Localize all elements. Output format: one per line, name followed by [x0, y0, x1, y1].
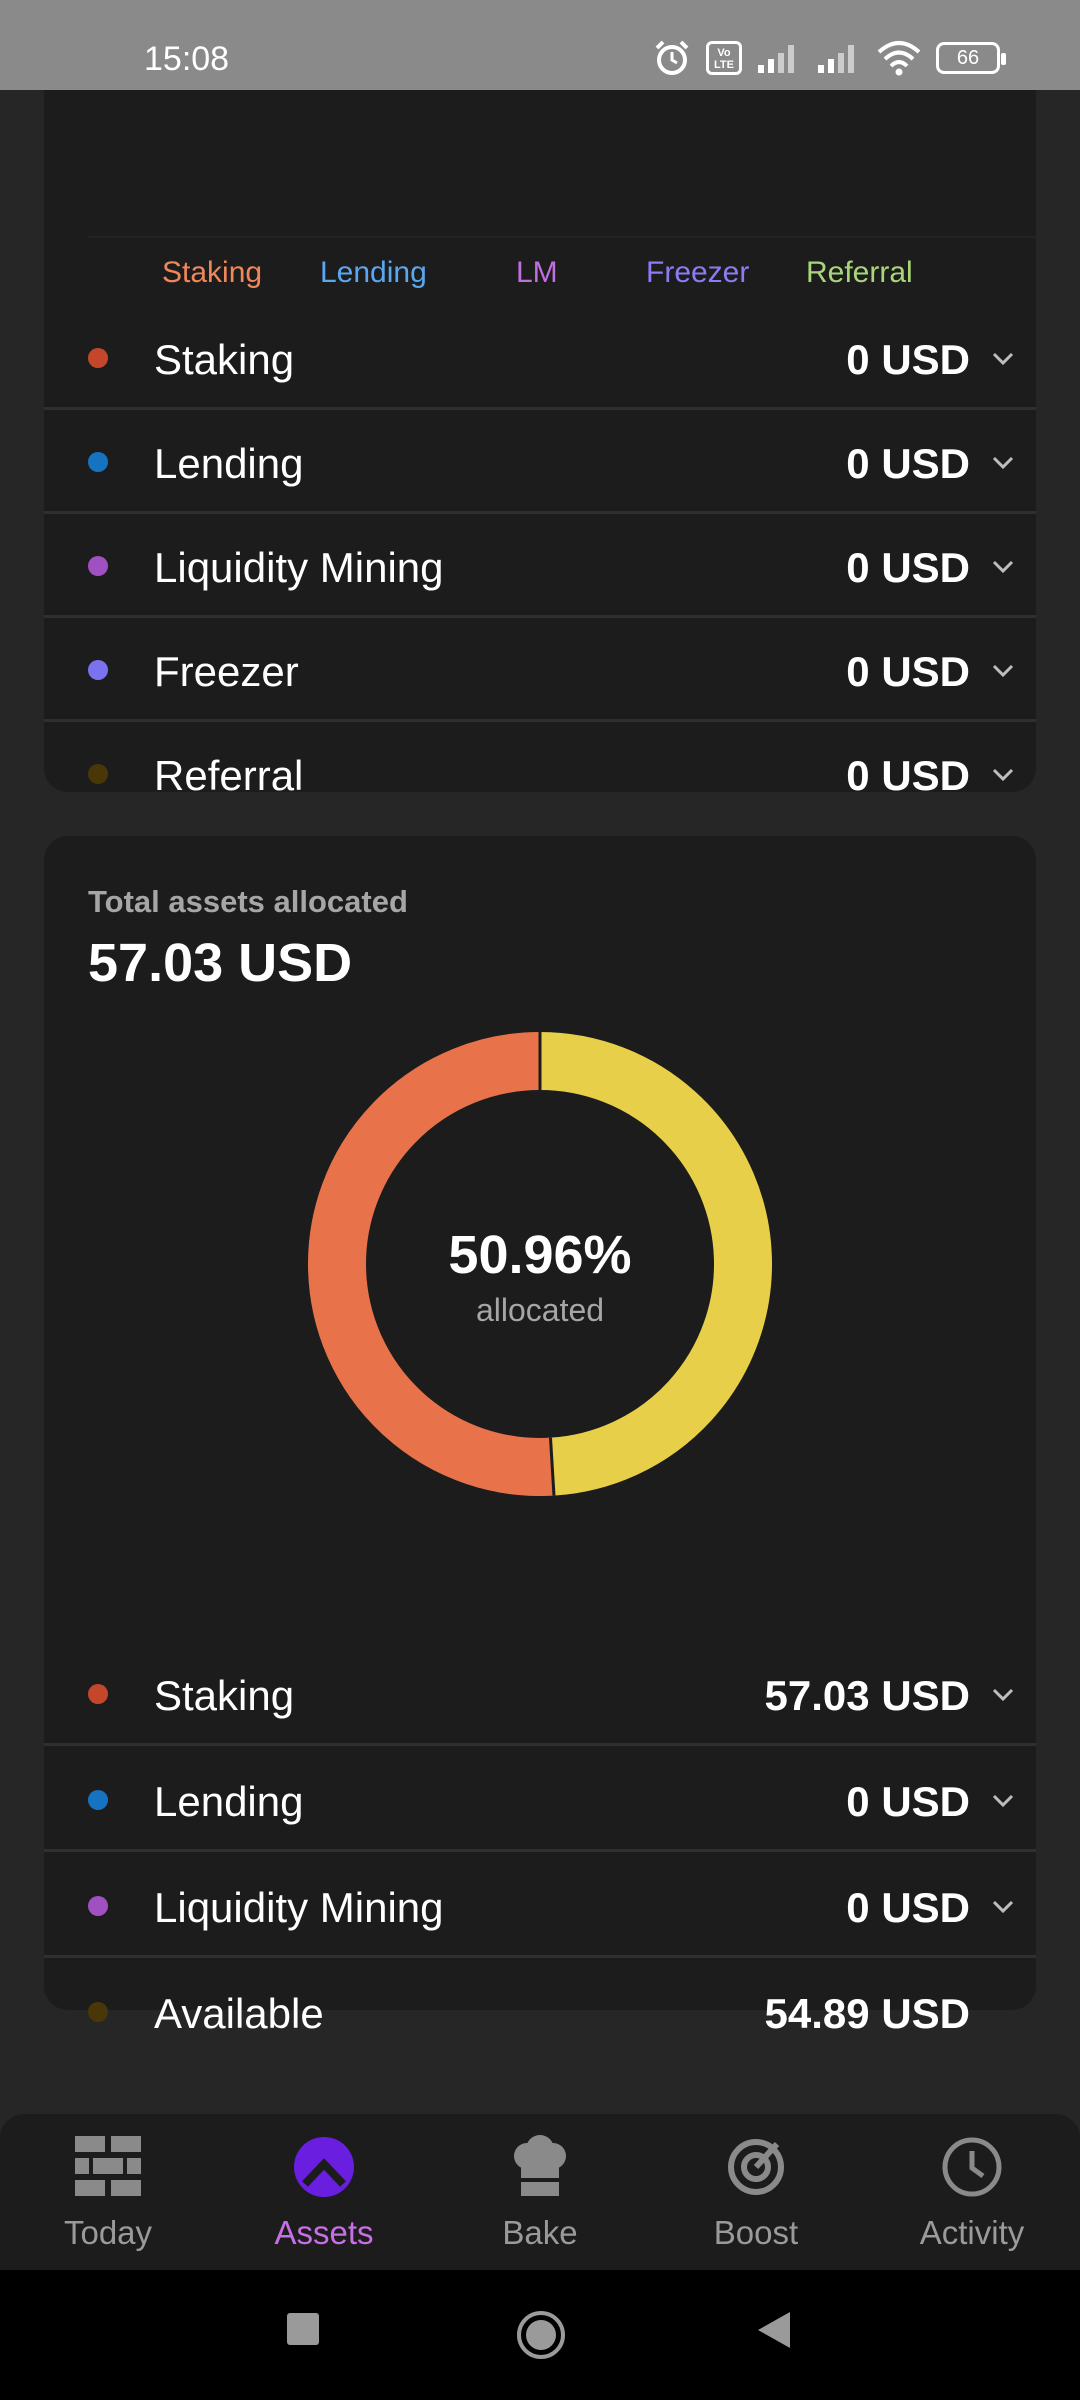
signal-icon — [756, 41, 802, 75]
nav-assets[interactable]: Assets — [216, 2134, 432, 2264]
chevron-down-icon[interactable] — [990, 554, 1016, 580]
nav-label: Today — [63, 2214, 153, 2251]
nav-activity[interactable]: Activity — [864, 2134, 1080, 2264]
allocated-caption: allocated — [475, 1292, 605, 1328]
nav-bake[interactable]: Bake — [432, 2134, 648, 2264]
legend-dot — [88, 348, 108, 368]
row-value: 0 USD — [846, 544, 970, 591]
tab-freezer[interactable]: Freezer — [646, 256, 749, 290]
legend-dot — [88, 452, 108, 472]
row-value: 57.03 USD — [764, 1672, 970, 1719]
row-label: Lending — [154, 440, 304, 487]
category-tabs: Staking Lending LM Freezer Referral — [88, 236, 1036, 308]
donut-center: 50.96% allocated — [308, 1224, 772, 1329]
chevron-down-icon[interactable] — [990, 1788, 1016, 1814]
legend-dot — [88, 1896, 108, 1916]
assets-icon — [294, 2137, 354, 2197]
boost-icon — [728, 2139, 784, 2195]
row-lending[interactable]: Lending 0 USD — [44, 1748, 1036, 1852]
legend-dot — [88, 660, 108, 680]
clock-icon — [942, 2137, 1002, 2197]
back-icon[interactable] — [756, 2310, 792, 2350]
row-label: Staking — [154, 1672, 295, 1719]
tab-lm[interactable]: LM — [516, 256, 558, 290]
chevron-down-icon[interactable] — [990, 346, 1016, 372]
legend-dot — [88, 1790, 108, 1810]
status-bar: 15:08 Vo LTE 66 — [0, 0, 1080, 90]
status-icons: Vo LTE 66 — [652, 36, 1006, 80]
legend-dot — [88, 2002, 108, 2022]
allocated-percent: 50.96% — [448, 1225, 632, 1285]
system-navigation-bar — [0, 2270, 1080, 2400]
row-value: 0 USD — [846, 648, 970, 695]
legend-dot — [88, 1684, 108, 1704]
row-liquidity-mining[interactable]: Liquidity Mining 0 USD — [44, 1854, 1036, 1958]
row-value: 0 USD — [846, 1778, 970, 1825]
alarm-icon — [652, 38, 692, 78]
bricks-icon — [75, 2136, 141, 2196]
row-value: 54.89 USD — [764, 1990, 970, 2037]
row-liquidity-mining[interactable]: Liquidity Mining 0 USD — [44, 514, 1036, 618]
signal-icon — [816, 41, 862, 75]
allocation-card: Total assets allocated 57.03 USD 50.96% … — [44, 836, 1036, 2037]
chef-hat-icon — [514, 2135, 566, 2196]
chevron-down-icon[interactable] — [990, 1894, 1016, 1920]
row-freezer[interactable]: Freezer 0 USD — [44, 618, 1036, 722]
row-value: 0 USD — [846, 1884, 970, 1931]
legend-dot — [88, 556, 108, 576]
nav-today[interactable]: Today — [0, 2134, 216, 2264]
tab-staking[interactable]: Staking — [162, 256, 262, 290]
volte-icon: Vo LTE — [706, 41, 742, 75]
tab-lending[interactable]: Lending — [320, 256, 427, 290]
recents-icon[interactable] — [286, 2312, 320, 2346]
total-assets-value: 57.03 USD — [88, 933, 353, 993]
nav-label: Assets — [274, 2214, 374, 2251]
tab-referral[interactable]: Referral — [806, 256, 913, 290]
row-label: Liquidity Mining — [154, 1884, 444, 1931]
row-label: Liquidity Mining — [154, 544, 444, 591]
battery-icon: 66 — [936, 42, 1006, 74]
status-time: 15:08 — [144, 40, 230, 78]
chevron-down-icon[interactable] — [990, 450, 1016, 476]
bottom-navigation: Today Assets Bake Boost Activity — [0, 2114, 1080, 2270]
chevron-down-icon[interactable] — [990, 762, 1016, 788]
nav-boost[interactable]: Boost — [648, 2134, 864, 2264]
legend-dot — [88, 764, 108, 784]
home-icon[interactable] — [516, 2310, 566, 2360]
row-value: 0 USD — [846, 752, 970, 799]
rewards-card: Staking Lending LM Freezer Referral Stak… — [44, 90, 1036, 799]
row-label: Available — [154, 1990, 324, 2037]
row-referral[interactable]: Referral 0 USD — [44, 722, 1036, 826]
row-label: Referral — [154, 752, 304, 799]
total-assets-label: Total assets allocated — [88, 884, 408, 919]
chevron-down-icon[interactable] — [990, 1682, 1016, 1708]
row-staking[interactable]: Staking 57.03 USD — [44, 1642, 1036, 1746]
nav-label: Boost — [713, 2214, 799, 2251]
row-lending[interactable]: Lending 0 USD — [44, 410, 1036, 514]
row-label: Lending — [154, 1778, 304, 1825]
wifi-icon — [876, 40, 922, 76]
nav-label: Bake — [502, 2214, 578, 2251]
chevron-down-icon[interactable] — [990, 658, 1016, 684]
row-label: Staking — [154, 336, 295, 383]
nav-label: Activity — [919, 2214, 1025, 2251]
row-available: Available 54.89 USD — [44, 1960, 1036, 2064]
row-staking[interactable]: Staking 0 USD — [44, 306, 1036, 410]
row-value: 0 USD — [846, 336, 970, 383]
row-label: Freezer — [154, 648, 299, 695]
row-value: 0 USD — [846, 440, 970, 487]
